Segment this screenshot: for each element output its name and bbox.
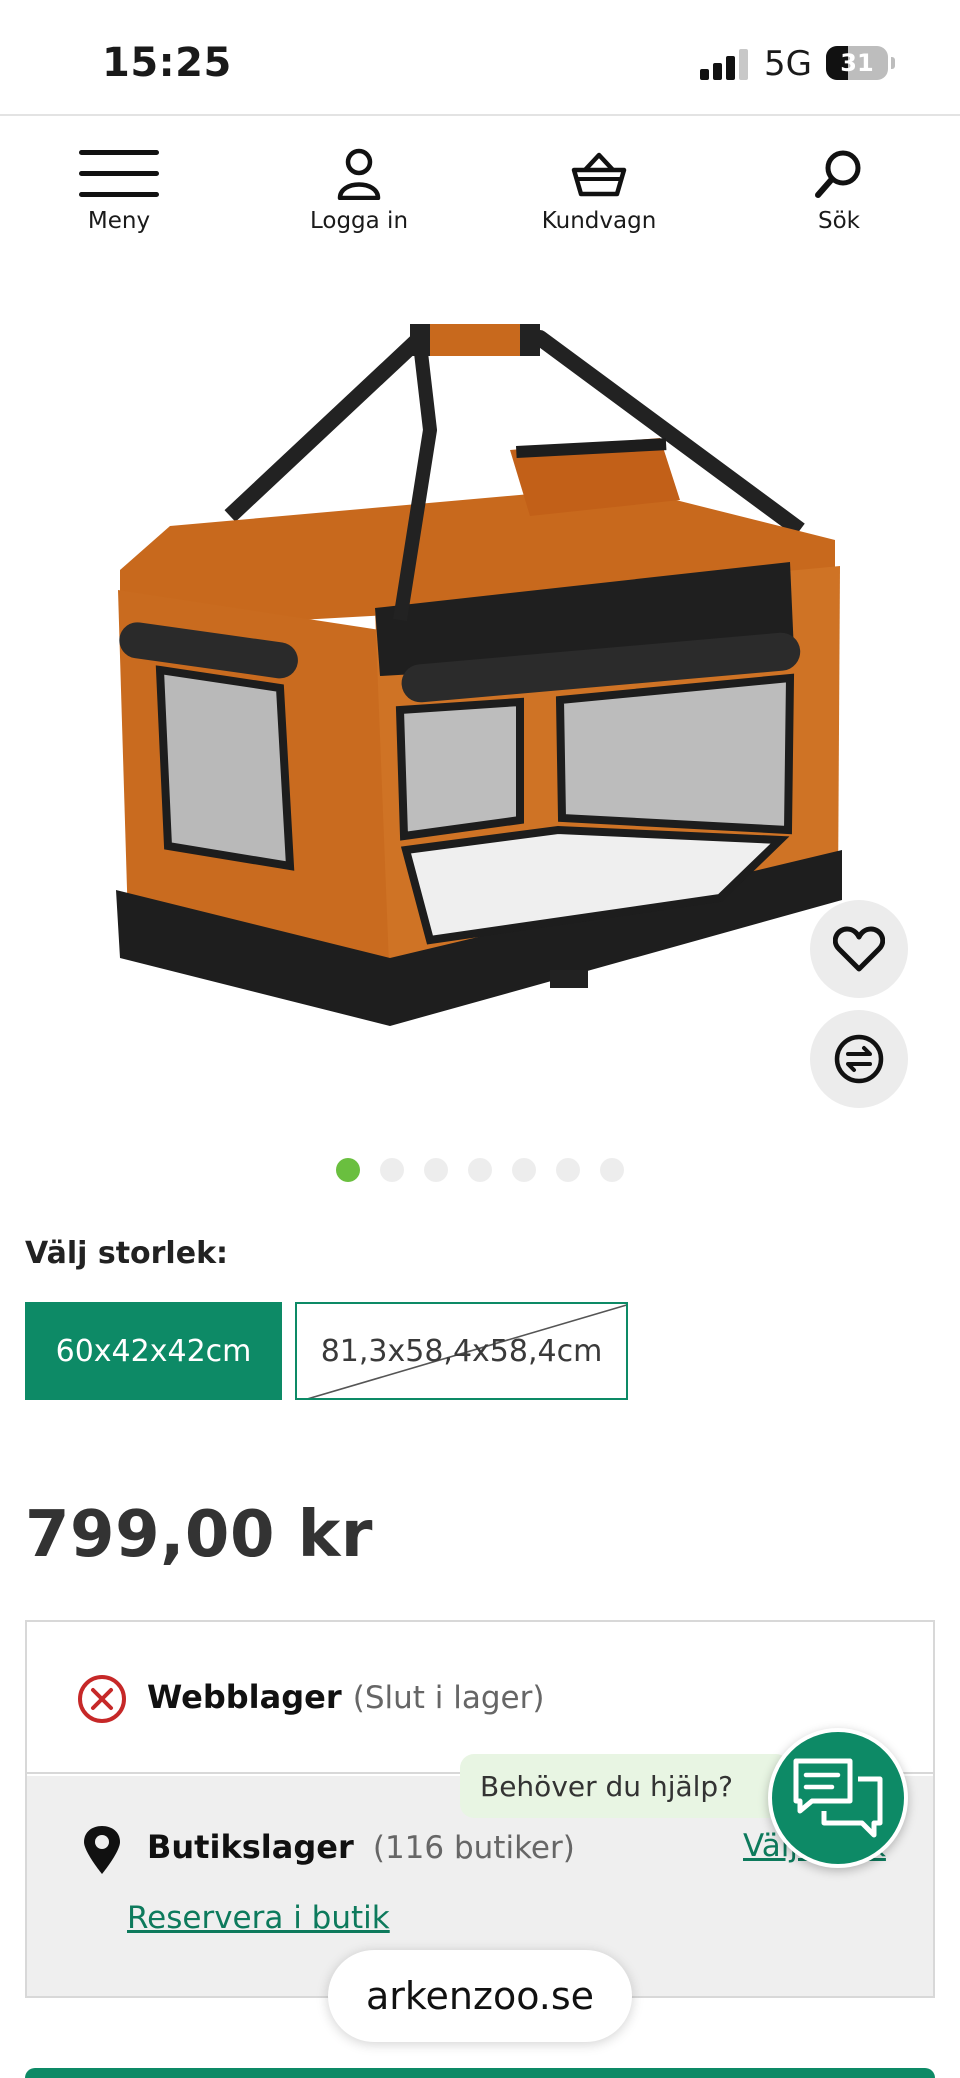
cart-button[interactable]: Kundvagn xyxy=(514,146,684,234)
help-bubble[interactable]: Behöver du hjälp? xyxy=(460,1754,790,1818)
browser-address-pill[interactable]: arkenzoo.se xyxy=(328,1950,632,2042)
product-price: 799,00 kr xyxy=(25,1498,373,1572)
product-image[interactable] xyxy=(100,290,860,1050)
carousel-dot-1[interactable] xyxy=(336,1158,360,1182)
menu-label: Meny xyxy=(87,208,151,234)
search-icon xyxy=(815,150,861,198)
cart-label: Kundvagn xyxy=(541,208,657,234)
chat-button[interactable] xyxy=(768,1728,908,1868)
status-time: 15:25 xyxy=(102,40,232,86)
size-option-label: 81,3x58,4x58,4cm xyxy=(320,1333,603,1369)
carousel-dot-5[interactable] xyxy=(512,1158,536,1182)
web-stock-title: Webblager (Slut i lager) xyxy=(147,1678,544,1716)
heart-icon xyxy=(833,926,885,972)
user-icon xyxy=(337,148,381,200)
web-stock-status: (Slut i lager) xyxy=(352,1680,545,1716)
carousel-dot-6[interactable] xyxy=(556,1158,580,1182)
hamburger-icon xyxy=(79,150,159,197)
carousel-dot-3[interactable] xyxy=(424,1158,448,1182)
chat-icon xyxy=(793,1758,883,1838)
basket-icon xyxy=(571,152,627,197)
network-label: 5G xyxy=(764,44,812,84)
carousel-dot-2[interactable] xyxy=(380,1158,404,1182)
store-stock-title: Butikslager (116 butiker) xyxy=(147,1828,575,1866)
carousel-dot-7[interactable] xyxy=(600,1158,624,1182)
size-option-unavailable[interactable]: 81,3x58,4x58,4cm xyxy=(295,1302,628,1400)
favorite-button[interactable] xyxy=(810,900,908,998)
status-bar: 15:25 5G 31 xyxy=(0,0,960,116)
compare-button[interactable] xyxy=(810,1010,908,1108)
menu-button[interactable]: Meny xyxy=(34,146,204,234)
battery-icon: 31 xyxy=(826,46,888,80)
map-pin-icon xyxy=(84,1826,120,1874)
x-circle-icon xyxy=(78,1675,126,1723)
web-stock-label: Webblager xyxy=(147,1678,342,1716)
size-label: Välj storlek: xyxy=(25,1236,229,1271)
login-label: Logga in xyxy=(309,208,409,234)
reserve-in-store-link[interactable]: Reservera i butik xyxy=(127,1900,390,1936)
header-nav: Meny Logga in Kundvagn Sök xyxy=(0,118,960,248)
search-button[interactable]: Sök xyxy=(754,146,924,234)
add-to-cart-bar[interactable] xyxy=(25,2068,935,2078)
store-stock-count: (116 butiker) xyxy=(372,1830,575,1866)
battery-percent: 31 xyxy=(840,49,874,77)
pet-carrier-image xyxy=(116,324,842,1026)
size-option-label: 60x42x42cm xyxy=(55,1333,252,1369)
product-page: 15:25 5G 31 Meny Logga in Kundvagn Sök V… xyxy=(0,0,960,2078)
compare-icon xyxy=(834,1034,884,1084)
store-stock-label: Butikslager xyxy=(147,1828,354,1866)
carousel-dots xyxy=(0,1158,960,1182)
domain-label: arkenzoo.se xyxy=(365,1974,595,2018)
battery-tip xyxy=(891,57,895,69)
size-option-selected[interactable]: 60x42x42cm xyxy=(25,1302,282,1400)
search-label: Sök xyxy=(818,208,860,234)
login-button[interactable]: Logga in xyxy=(274,146,444,234)
carousel-dot-4[interactable] xyxy=(468,1158,492,1182)
signal-icon xyxy=(700,48,752,80)
